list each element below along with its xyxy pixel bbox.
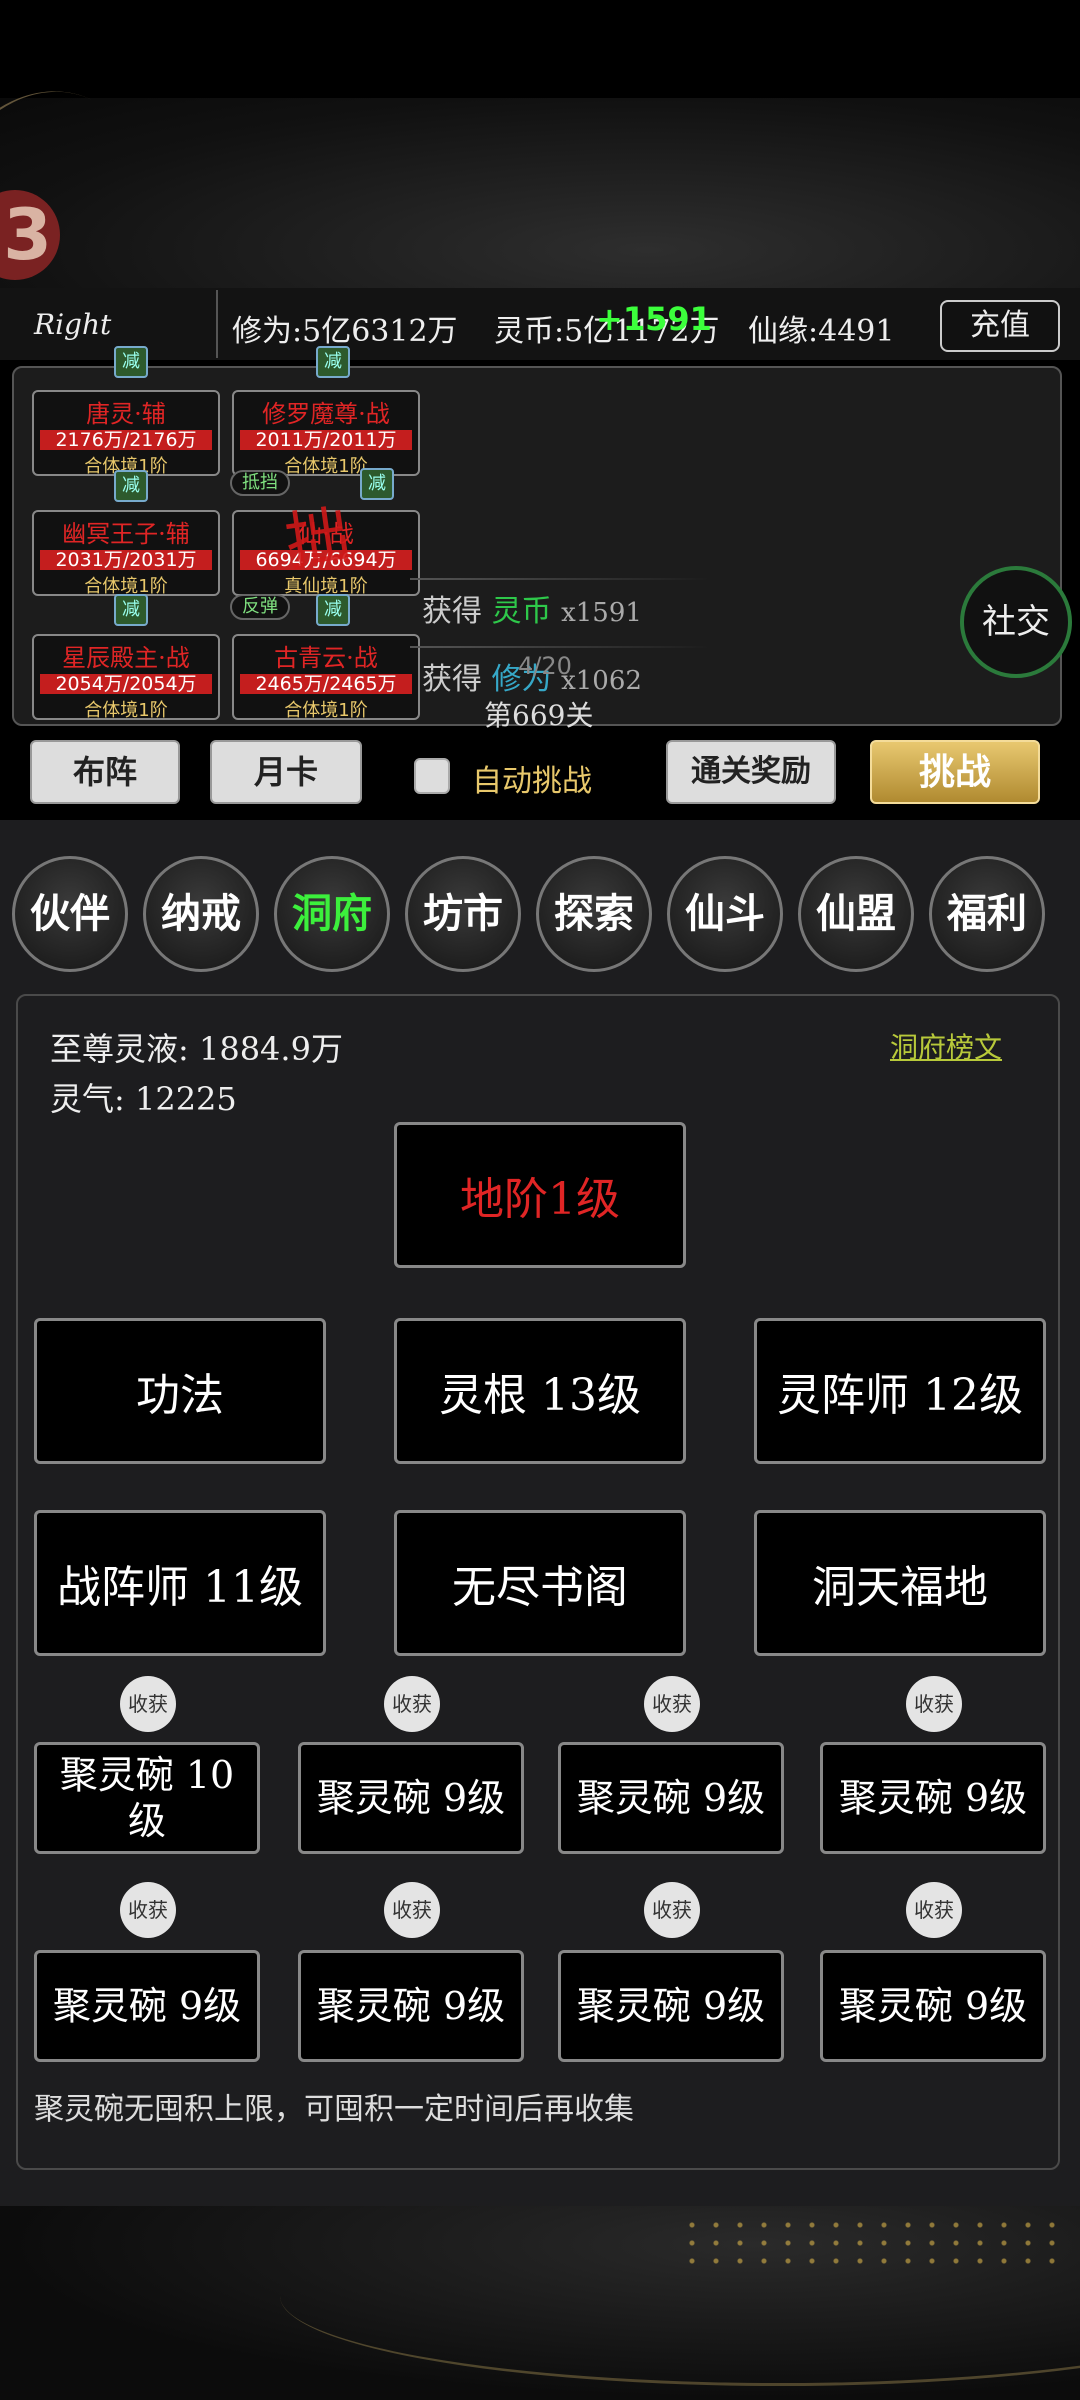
fate-label: 仙缘: [748, 314, 819, 349]
supreme-liquid-label: 至尊灵液: [50, 1030, 189, 1068]
hero-hp-bar: 2011万/2011万 [240, 430, 412, 450]
spirit-qi-label: 灵气: [50, 1080, 125, 1118]
harvest-button[interactable]: 收获 [120, 1882, 176, 1938]
bowl-3[interactable]: 聚灵碗 9级 [558, 1742, 784, 1854]
building-array-master[interactable]: 灵阵师 12级 [754, 1318, 1046, 1464]
harvest-button[interactable]: 收获 [120, 1676, 176, 1732]
cave-rank-link[interactable]: 洞府榜文 [890, 1026, 1002, 1066]
bowl-8[interactable]: 聚灵碗 9级 [820, 1950, 1046, 2062]
player-name: Right [34, 308, 112, 341]
hero-card[interactable]: 修罗魔尊·战 2011万/2011万 合体境1阶 [232, 390, 420, 477]
buff-icon: 减 [360, 468, 394, 500]
hero-card[interactable]: 幽冥王子·辅 2031万/2031万 合体境1阶 [32, 510, 220, 597]
recharge-button[interactable]: 充值 [940, 300, 1060, 352]
buff-icon: 减 [316, 594, 350, 626]
social-button[interactable]: 社交 [960, 566, 1072, 678]
fate-stat: 仙缘:4491 [748, 306, 894, 350]
buff-icon: 减 [114, 470, 148, 502]
cultivation-label: 修为: [232, 314, 303, 349]
tab-explore[interactable]: 探索 [536, 856, 652, 972]
tab-ring[interactable]: 纳戒 [143, 856, 259, 972]
hero-name: 星辰殿主·战 [62, 644, 190, 672]
cultivation-stat: 修为:5亿6312万 [232, 306, 458, 350]
harvest-button[interactable]: 收获 [906, 1882, 962, 1938]
harvest-button[interactable]: 收获 [644, 1882, 700, 1938]
spirit-qi-value: 12225 [134, 1080, 237, 1118]
buff-icon: 减 [114, 594, 148, 626]
month-card-button[interactable]: 月卡 [210, 740, 362, 804]
ground-level-button[interactable]: 地阶1级 [394, 1122, 686, 1268]
clear-reward-button[interactable]: 通关奖励 [666, 740, 836, 804]
hero-name: 幽冥王子·辅 [62, 520, 190, 548]
building-spirit-root[interactable]: 灵根 13级 [394, 1318, 686, 1464]
log-overlay: 4/20 [518, 652, 572, 680]
building-battle-array[interactable]: 战阵师 11级 [34, 1510, 326, 1656]
auto-challenge-label[interactable]: 自动挑战 [472, 756, 592, 800]
supreme-liquid-info: 至尊灵液: 1884.9万 [50, 1024, 343, 1070]
hero-card[interactable]: 古青云·战 2465万/2465万 合体境1阶 [232, 634, 420, 721]
bowl-1[interactable]: 聚灵碗 10级 [34, 1742, 260, 1854]
spirit-qi-info: 灵气: 12225 [50, 1074, 237, 1120]
log-prefix: 获得 [422, 594, 482, 629]
top-background [0, 56, 1080, 360]
auto-challenge-checkbox[interactable] [414, 758, 450, 794]
buff-icon: 减 [114, 346, 148, 378]
reflect-tag: 反弹 [230, 594, 290, 620]
stage-label: 第669关 [484, 699, 594, 732]
hero-hp-bar: 2465万/2465万 [240, 674, 412, 694]
building-paradise[interactable]: 洞天福地 [754, 1510, 1046, 1656]
harvest-button[interactable]: 收获 [384, 1882, 440, 1938]
log-divider [410, 646, 710, 648]
harvest-button[interactable]: 收获 [906, 1676, 962, 1732]
challenge-button[interactable]: 挑战 [870, 740, 1040, 804]
log-prefix: 获得 [422, 662, 482, 697]
formation-button[interactable]: 布阵 [30, 740, 180, 804]
hero-hp-bar: 2031万/2031万 [40, 550, 212, 570]
hero-name: 古青云·战 [274, 644, 378, 672]
harvest-button[interactable]: 收获 [644, 1676, 700, 1732]
bowl-5[interactable]: 聚灵碗 9级 [34, 1950, 260, 2062]
hero-name: 唐灵·辅 [86, 400, 166, 428]
tab-welfare[interactable]: 福利 [929, 856, 1045, 972]
hero-realm: 合体境1阶 [84, 700, 168, 721]
fate-value: 4491 [818, 314, 895, 349]
spirit-coin-label: 灵币: [494, 314, 565, 349]
hero-hp-bar: 2054万/2054万 [40, 674, 212, 694]
harvest-button[interactable]: 收获 [384, 1676, 440, 1732]
level-badge-icon: 3 [0, 190, 60, 280]
buff-icon: 减 [316, 346, 350, 378]
cultivation-value: 5亿6312万 [302, 314, 458, 349]
log-divider [410, 578, 710, 580]
hero-name: 修罗魔尊·战 [262, 400, 390, 428]
hero-hp-bar: 2176万/2176万 [40, 430, 212, 450]
supreme-liquid-value: 1884.9万 [198, 1030, 343, 1068]
log-amount: x1591 [561, 598, 642, 628]
bowl-2[interactable]: 聚灵碗 9级 [298, 1742, 524, 1854]
building-library[interactable]: 无尽书阁 [394, 1510, 686, 1656]
skill-effect-text: 拙 [280, 498, 355, 582]
tab-duel[interactable]: 仙斗 [667, 856, 783, 972]
tab-alliance[interactable]: 仙盟 [798, 856, 914, 972]
tab-cave[interactable]: 洞府 [274, 856, 390, 972]
divider [216, 290, 218, 358]
log-item: 灵币 [491, 594, 552, 629]
bowl-4[interactable]: 聚灵碗 9级 [820, 1742, 1046, 1854]
bowl-note: 聚灵碗无囤积上限，可囤积一定时间后再收集 [34, 2092, 634, 2127]
building-technique[interactable]: 功法 [34, 1318, 326, 1464]
hero-card[interactable]: 星辰殿主·战 2054万/2054万 合体境1阶 [32, 634, 220, 721]
tab-market[interactable]: 坊市 [405, 856, 521, 972]
bowl-6[interactable]: 聚灵碗 9级 [298, 1950, 524, 2062]
log-line: 获得 灵币 x1591 [422, 586, 642, 630]
hero-realm: 合体境1阶 [284, 700, 368, 721]
bowl-7[interactable]: 聚灵碗 9级 [558, 1950, 784, 2062]
hero-card[interactable]: 唐灵·辅 2176万/2176万 合体境1阶 [32, 390, 220, 477]
log-amount: x1062 [561, 666, 642, 696]
tab-partner[interactable]: 伙伴 [12, 856, 128, 972]
float-gain-text: +1591 [596, 300, 712, 338]
bottom-background [0, 2206, 1080, 2400]
